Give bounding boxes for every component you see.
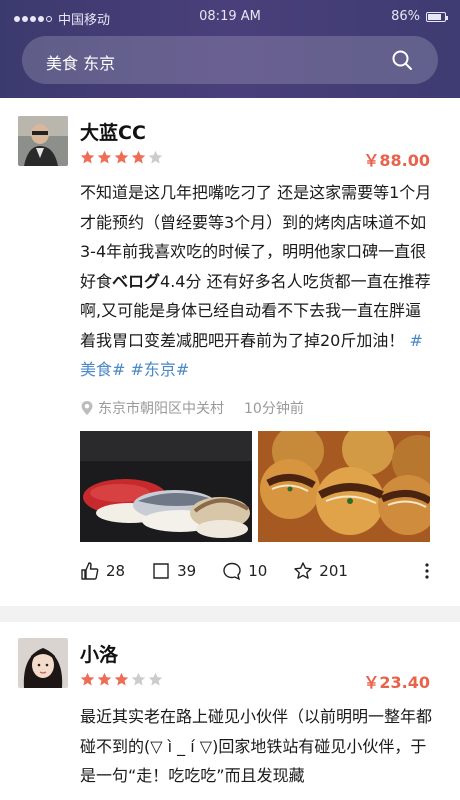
star-filled-icon	[80, 672, 95, 686]
header: 中国移动 08:19 AM 86% 美食 东京	[0, 0, 460, 98]
star-filled-icon	[97, 150, 112, 164]
search-input[interactable]: 美食 东京	[46, 50, 115, 74]
username[interactable]: 小洛	[80, 640, 118, 667]
star-filled-icon	[114, 672, 129, 686]
price: ￥23.40	[363, 673, 430, 692]
star-filled-icon	[97, 672, 112, 686]
photo-takoyaki[interactable]	[258, 431, 430, 542]
post-text: 最近其实老在路上碰见小伙伴（以前明明一整年都碰不到的(▽ ì _ í ▽)回家地…	[80, 702, 436, 800]
action-bar: 28 39 10 201	[80, 561, 436, 581]
location-label[interactable]: 东京市朝阳区中关村	[98, 398, 224, 418]
comment-count: 10	[248, 562, 268, 580]
comment-icon	[223, 562, 241, 581]
battery-percent: 86%	[391, 9, 420, 24]
rating-stars	[80, 150, 163, 165]
battery-icon	[426, 11, 448, 22]
price: ￥88.00	[363, 151, 430, 170]
thumbs-up-icon	[81, 562, 99, 580]
timestamp: 10分钟前	[244, 401, 304, 417]
avatar[interactable]	[18, 638, 68, 688]
hashtag-link[interactable]: #东京#	[131, 360, 190, 379]
rating-stars	[80, 672, 163, 687]
favorite-button[interactable]: 201	[293, 561, 348, 581]
star-empty-icon	[148, 672, 163, 686]
post-text-bold: ベログ	[112, 271, 161, 291]
search-bar[interactable]: 美食 东京	[22, 36, 438, 84]
post-divider	[0, 606, 460, 622]
more-options-icon[interactable]	[424, 561, 430, 581]
share-icon	[153, 563, 169, 579]
star-outline-icon	[294, 562, 312, 579]
post-text: 不知道是这几年把嘴吃刁了 还是这家需要等1个月才能预约（曾经要等3个月）到的烤肉…	[80, 178, 436, 385]
like-button[interactable]: 28	[80, 561, 125, 581]
post-card: 小洛 ￥23.40 最近其实老在路上碰见小伙伴（以前明明一整年都碰不到的(▽ ì…	[0, 622, 460, 800]
username[interactable]: 大蓝CC	[80, 118, 146, 145]
share-count: 39	[177, 562, 197, 580]
star-empty-icon	[148, 150, 163, 164]
location-pin-icon	[81, 401, 93, 415]
star-filled-icon	[80, 150, 95, 164]
photo-sushi[interactable]	[80, 431, 252, 542]
share-button[interactable]: 39	[151, 561, 196, 581]
like-count: 28	[106, 562, 126, 580]
search-icon[interactable]	[390, 48, 414, 72]
photo-grid	[80, 431, 430, 542]
star-filled-icon	[114, 150, 129, 164]
post-card: 大蓝CC ￥88.00 不知道是这几年把嘴吃刁了 还是这家需要等1个月才能预约（…	[0, 98, 460, 606]
post-text-part: 最近其实老在路上碰见小伙伴（以前明明一整年都碰不到的(▽ ì _ í ▽)回家地…	[80, 707, 433, 785]
post-meta: 东京市朝阳区中关村 10分钟前	[80, 398, 304, 418]
star-filled-icon	[131, 150, 146, 164]
comment-button[interactable]: 10	[222, 561, 267, 581]
favorite-count: 201	[319, 562, 348, 580]
star-empty-icon	[131, 672, 146, 686]
status-bar: 中国移动 08:19 AM 86%	[0, 0, 460, 32]
avatar[interactable]	[18, 116, 68, 166]
